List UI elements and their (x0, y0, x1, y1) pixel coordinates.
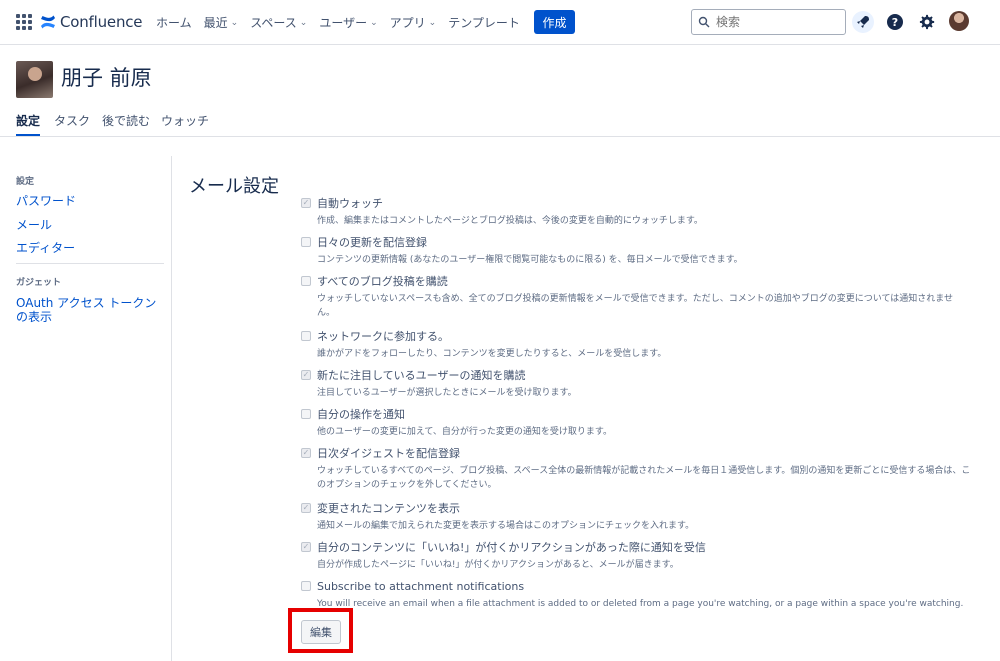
setting-daily-digest: ✓ 日次ダイジェストを配信登録 ウォッチしているすべてのページ、ブログ投稿、スペー… (301, 444, 971, 492)
setting-description: ウォッチしているすべてのページ、ブログ投稿、スペース全体の最新情報が記載されたメ… (317, 466, 971, 490)
nav-items: ホーム 最近 ⌄ スペース ⌄ ユーザー ⌄ アプリ ⌄ テンプレート (150, 0, 526, 45)
setting-daily-updates: 日々の更新を配信登録 コンテンツの更新情報 (あなたのユーザー権限で閲覧可能なも… (301, 233, 971, 267)
setting-like-notifications: ✓ 自分のコンテンツに「いいね!」が付くかリアクションがあった際に通知を受信 自分… (301, 538, 971, 572)
nav-item-label: アプリ (389, 16, 426, 30)
help-button[interactable]: ? (884, 11, 906, 33)
nav-item-label: テンプレート (448, 16, 520, 30)
setting-description: 作成、編集またはコメントしたページとブログ投稿は、今後の変更を自動的にウォッチし… (317, 216, 703, 226)
setting-checkbox[interactable] (301, 409, 311, 419)
sidebar-divider (16, 263, 164, 264)
setting-description: 自分が作成したページに「いいね!」が付くかリアクションがあると、メールが届きます… (317, 560, 679, 570)
sidebar-heading-settings: 設定 (16, 177, 35, 187)
setting-checkbox[interactable]: ✓ (301, 542, 311, 552)
setting-checkbox[interactable] (301, 331, 311, 341)
chevron-down-icon: ⌄ (370, 17, 378, 28)
setting-label: 変更されたコンテンツを表示 (317, 502, 460, 515)
setting-label: 新たに注目しているユーザーの通知を購読 (317, 369, 526, 382)
setting-auto-watch: ✓ 自動ウォッチ 作成、編集またはコメントしたページとブログ投稿は、今後の変更を自… (301, 194, 971, 228)
settings-button[interactable] (915, 11, 937, 33)
tab-settings[interactable]: 設定 (16, 112, 41, 136)
setting-join-network: ネットワークに参加する。 誰かがアドをフォローしたり、コンテンツを変更したりする… (301, 327, 971, 361)
tab-watch[interactable]: ウォッチ (161, 112, 209, 136)
setting-checkbox[interactable] (301, 581, 311, 591)
create-button[interactable]: 作成 (534, 10, 575, 34)
confluence-icon (41, 15, 55, 29)
setting-description: You will receive an email when a file at… (317, 599, 964, 609)
setting-attachment-notifications: Subscribe to attachment notifications Yo… (301, 577, 971, 611)
nav-item-label: ホーム (156, 16, 192, 30)
search-input[interactable] (716, 15, 836, 29)
edit-button-highlight (288, 608, 353, 653)
setting-label: 日々の更新を配信登録 (317, 236, 427, 249)
setting-subscribe-blogs: すべてのブログ投稿を購読 ウォッチしていないスペースも含め、全てのブログ投稿の更… (301, 272, 971, 320)
nav-item-label: 最近 (203, 16, 228, 30)
setting-show-changes: ✓ 変更されたコンテンツを表示 通知メールの編集で加えられた変更を表示する場合はこ… (301, 499, 971, 533)
setting-followed-users: ✓ 新たに注目しているユーザーの通知を購読 注目しているユーザーが選択したときにメ… (301, 366, 971, 400)
gear-icon (919, 14, 934, 29)
tab-read-later[interactable]: 後で読む (102, 112, 150, 136)
svg-text:?: ? (892, 16, 898, 29)
nav-item-apps[interactable]: アプリ ⌄ (384, 0, 443, 45)
setting-description: 誰かがアドをフォローしたり、コンテンツを変更したりすると、メールを受信します。 (317, 349, 667, 359)
setting-description: 他のユーザーの変更に加えて、自分が行った変更の通知を受け取ります。 (317, 427, 613, 437)
rocket-icon (857, 16, 869, 28)
confluence-logo[interactable]: Confluence (40, 11, 143, 33)
setting-checkbox[interactable]: ✓ (301, 370, 311, 380)
setting-label: すべてのブログ投稿を購読 (317, 275, 448, 288)
setting-label: 自動ウォッチ (317, 197, 383, 210)
page-title: メール設定 (189, 176, 279, 197)
sidebar-heading-gadgets: ガジェット (16, 278, 62, 288)
setting-label: 自分の操作を通知 (317, 408, 405, 421)
user-avatar[interactable] (949, 11, 969, 31)
nav-item-spaces[interactable]: スペース ⌄ (244, 0, 313, 45)
setting-checkbox[interactable]: ✓ (301, 503, 311, 513)
setting-checkbox[interactable]: ✓ (301, 198, 311, 208)
sidebar-item-email[interactable]: メール (16, 218, 161, 232)
setting-label: 自分のコンテンツに「いいね!」が付くかリアクションがあった際に通知を受信 (317, 541, 706, 554)
notifications-button[interactable] (852, 11, 874, 33)
setting-checkbox[interactable] (301, 237, 311, 247)
help-icon: ? (887, 14, 903, 30)
chevron-down-icon: ⌄ (299, 17, 308, 28)
app-switcher-icon[interactable] (16, 14, 32, 30)
profile-name: 朋子 前原 (61, 66, 152, 90)
profile-tabs: 設定 タスク 後で読む ウォッチ (0, 108, 1000, 137)
search-box[interactable] (691, 9, 846, 35)
logo-text: Confluence (60, 13, 143, 31)
profile-avatar (16, 61, 53, 98)
setting-description: 注目しているユーザーが選択したときにメールを受け取ります。 (317, 388, 577, 398)
tab-tasks[interactable]: タスク (54, 112, 90, 136)
setting-description: ウォッチしていないスペースも含め、全てのブログ投稿の更新情報をメールで受信できま… (317, 294, 954, 318)
nav-item-label: ユーザー (319, 16, 368, 30)
setting-description: 通知メールの編集で加えられた変更を表示する場合はこのオプションにチェックを入れま… (317, 521, 695, 531)
sidebar-item-oauth-tokens[interactable]: OAuth アクセス トークンの表示 (16, 296, 161, 324)
setting-checkbox[interactable] (301, 276, 311, 286)
setting-checkbox[interactable]: ✓ (301, 448, 311, 458)
search-icon (698, 16, 710, 28)
setting-label: Subscribe to attachment notifications (317, 579, 525, 593)
settings-sidebar: 設定 パスワード メール エディター ガジェット OAuth アクセス トークン… (0, 156, 172, 661)
nav-item-users[interactable]: ユーザー ⌄ (313, 0, 383, 45)
nav-item-home[interactable]: ホーム (150, 0, 198, 45)
sidebar-item-password[interactable]: パスワード (16, 194, 161, 208)
nav-item-templates[interactable]: テンプレート (442, 0, 526, 45)
setting-description: コンテンツの更新情報 (あなたのユーザー権限で閲覧可能なものに限る) を、毎日メ… (317, 255, 743, 265)
top-navigation: Confluence ホーム 最近 ⌄ スペース ⌄ ユーザー ⌄ アプリ ⌄ テンプレ… (0, 0, 1000, 45)
setting-own-actions: 自分の操作を通知 他のユーザーの変更に加えて、自分が行った変更の通知を受け取りま… (301, 405, 971, 439)
setting-label: ネットワークに参加する。 (317, 330, 449, 343)
sidebar-item-editor[interactable]: エディター (16, 241, 161, 255)
nav-item-recent[interactable]: 最近 ⌄ (198, 0, 245, 45)
nav-item-label: スペース (250, 16, 297, 30)
chevron-down-icon: ⌄ (428, 17, 437, 28)
chevron-down-icon: ⌄ (230, 17, 239, 28)
setting-label: 日次ダイジェストを配信登録 (317, 447, 460, 460)
